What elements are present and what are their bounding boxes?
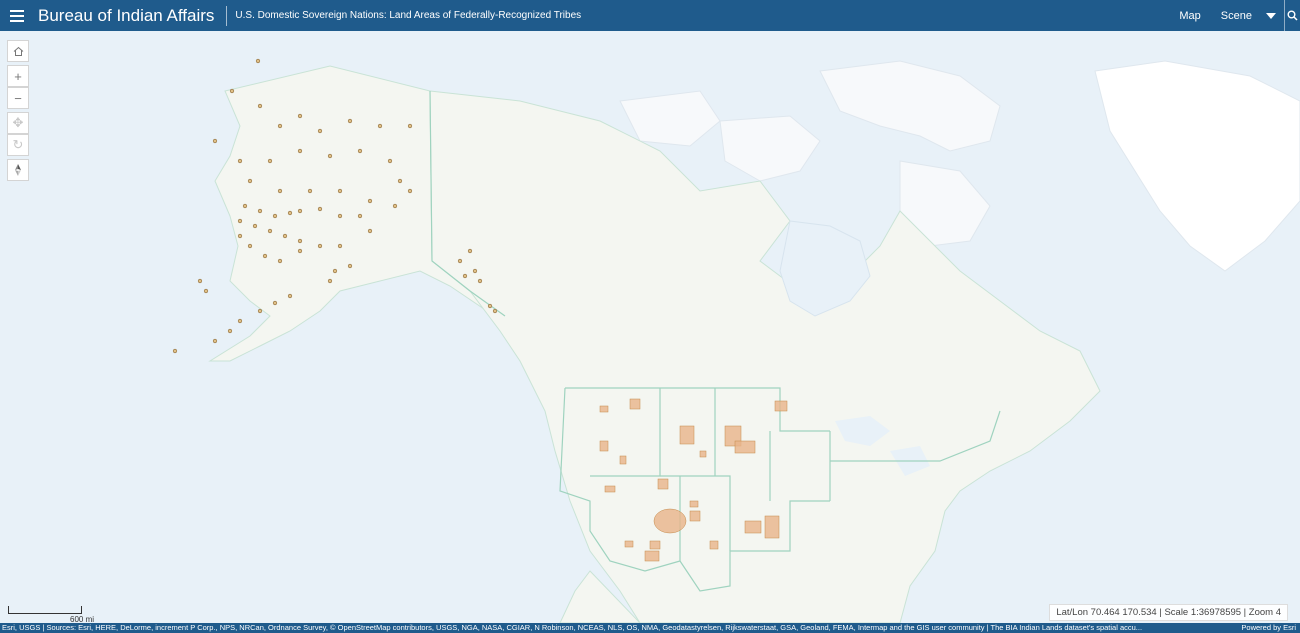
tribal-location-marker[interactable] xyxy=(257,308,263,314)
tribal-location-marker[interactable] xyxy=(387,158,393,164)
powered-by-link[interactable]: Powered by Esri xyxy=(1237,623,1300,633)
tribal-location-marker[interactable] xyxy=(467,248,473,254)
tribal-location-marker[interactable] xyxy=(332,268,338,274)
tribal-location-marker[interactable] xyxy=(317,128,323,134)
app-header: Bureau of Indian Affairs U.S. Domestic S… xyxy=(0,0,1300,31)
tribal-location-marker[interactable] xyxy=(462,273,468,279)
tribal-location-marker[interactable] xyxy=(317,243,323,249)
tribal-location-marker[interactable] xyxy=(257,208,263,214)
tribal-location-marker[interactable] xyxy=(287,210,293,216)
tribal-location-marker[interactable] xyxy=(229,88,235,94)
tribal-location-marker[interactable] xyxy=(327,278,333,284)
tribal-location-marker[interactable] xyxy=(255,58,261,64)
tribal-location-marker[interactable] xyxy=(297,113,303,119)
tribal-location-marker[interactable] xyxy=(272,300,278,306)
tribal-location-marker[interactable] xyxy=(247,178,253,184)
tribal-location-marker[interactable] xyxy=(277,188,283,194)
tribal-location-marker[interactable] xyxy=(197,278,203,284)
tribal-location-marker[interactable] xyxy=(327,153,333,159)
search-icon[interactable] xyxy=(1284,0,1300,31)
title-divider xyxy=(226,5,228,26)
tribal-location-marker[interactable] xyxy=(237,158,243,164)
tribal-location-marker[interactable] xyxy=(237,233,243,239)
tribal-location-marker[interactable] xyxy=(457,258,463,264)
tribal-location-marker[interactable] xyxy=(297,208,303,214)
tribal-location-marker[interactable] xyxy=(347,263,353,269)
tribal-location-marker[interactable] xyxy=(337,213,343,219)
tribal-location-marker[interactable] xyxy=(267,158,273,164)
tribal-location-marker[interactable] xyxy=(212,338,218,344)
app-window: Bureau of Indian Affairs U.S. Domestic S… xyxy=(0,0,1300,633)
tribal-location-marker[interactable] xyxy=(272,213,278,219)
tribal-location-marker[interactable] xyxy=(367,228,373,234)
tribal-location-marker[interactable] xyxy=(287,293,293,299)
tribal-location-marker[interactable] xyxy=(297,248,303,254)
tribal-location-marker[interactable] xyxy=(407,188,413,194)
app-subtitle: U.S. Domestic Sovereign Nations: Land Ar… xyxy=(235,10,582,21)
tribal-location-marker[interactable] xyxy=(247,243,253,249)
tribal-location-marker[interactable] xyxy=(337,243,343,249)
tribal-location-marker[interactable] xyxy=(212,138,218,144)
tribal-location-marker[interactable] xyxy=(237,318,243,324)
tribal-location-marker[interactable] xyxy=(237,218,243,224)
compass-icon[interactable] xyxy=(7,159,29,181)
tribal-location-marker[interactable] xyxy=(357,213,363,219)
hamburger-icon[interactable] xyxy=(0,0,34,31)
scene-view-button[interactable]: Scene xyxy=(1211,10,1262,22)
tribal-location-marker[interactable] xyxy=(337,188,343,194)
tribal-location-marker[interactable] xyxy=(347,118,353,124)
map-view[interactable] xyxy=(0,31,1300,623)
tribal-location-marker[interactable] xyxy=(487,303,493,309)
tribal-location-marker[interactable] xyxy=(277,258,283,264)
tribal-location-marker[interactable] xyxy=(267,228,273,234)
map-view-button[interactable]: Map xyxy=(1169,10,1210,22)
tribal-location-marker[interactable] xyxy=(242,203,248,209)
zoom-in-button[interactable]: + xyxy=(7,65,29,87)
tribal-location-marker[interactable] xyxy=(227,328,233,334)
tribal-location-marker[interactable] xyxy=(297,148,303,154)
app-title: Bureau of Indian Affairs xyxy=(38,5,215,25)
attribution-bar: Esri, USGS | Sources: Esri, HERE, DeLorm… xyxy=(0,623,1300,633)
attribution-text[interactable]: Esri, USGS | Sources: Esri, HERE, DeLorm… xyxy=(0,623,1237,633)
tribal-location-marker[interactable] xyxy=(472,268,478,274)
scale-bar xyxy=(8,606,82,614)
minus-icon: − xyxy=(14,90,22,106)
map-controls: + − ✥ ↻ xyxy=(7,40,29,181)
tribal-location-marker[interactable] xyxy=(392,203,398,209)
home-icon[interactable] xyxy=(7,40,29,62)
view-switcher: Map Scene xyxy=(1169,0,1300,31)
tribal-location-marker[interactable] xyxy=(262,253,268,259)
pan-icon[interactable]: ✥ xyxy=(7,112,29,134)
rotate-icon[interactable]: ↻ xyxy=(7,134,29,156)
tribal-location-marker[interactable] xyxy=(282,233,288,239)
tribal-location-marker[interactable] xyxy=(257,103,263,109)
tribal-location-marker[interactable] xyxy=(317,206,323,212)
tribal-location-marker[interactable] xyxy=(492,308,498,314)
tribal-location-marker[interactable] xyxy=(407,123,413,129)
zoom-out-button[interactable]: − xyxy=(7,87,29,109)
tribal-location-marker[interactable] xyxy=(203,288,209,294)
tribal-location-marker[interactable] xyxy=(377,123,383,129)
tribal-location-marker[interactable] xyxy=(307,188,313,194)
tribal-location-marker[interactable] xyxy=(252,223,258,229)
tribal-location-marker[interactable] xyxy=(477,278,483,284)
tribal-location-marker[interactable] xyxy=(357,148,363,154)
coordinate-readout: Lat/Lon 70.464 170.534 | Scale 1:3697859… xyxy=(1049,604,1288,621)
tribal-location-marker[interactable] xyxy=(367,198,373,204)
plus-icon: + xyxy=(14,68,22,84)
tribal-location-marker[interactable] xyxy=(172,348,178,354)
tribal-location-marker[interactable] xyxy=(277,123,283,129)
chevron-down-icon[interactable] xyxy=(1266,12,1276,19)
tribal-location-marker[interactable] xyxy=(297,238,303,244)
tribal-location-marker[interactable] xyxy=(397,178,403,184)
